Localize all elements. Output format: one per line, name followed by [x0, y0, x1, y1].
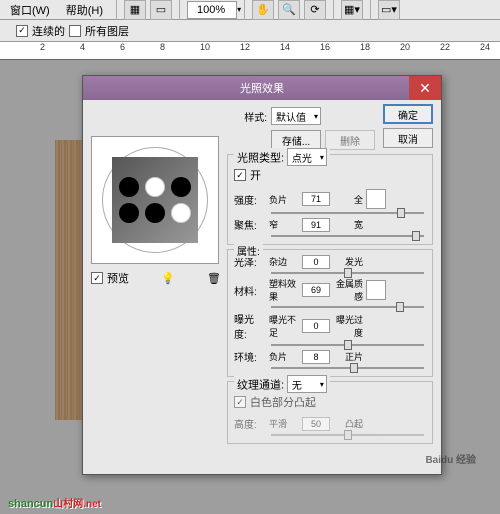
preview-dot [119, 203, 139, 223]
preview-dot [119, 177, 139, 197]
launch-bridge-icon[interactable]: ▦ [124, 0, 146, 20]
focus-value[interactable]: 91 [302, 218, 330, 232]
lighttype-fieldset: 光照类型: 点光 ✓开 强度: 负片 71 全 聚焦: 窄 91 宽 [227, 154, 433, 245]
light-on-label: 开 [250, 167, 261, 183]
preview-dot [145, 177, 165, 197]
intensity-value[interactable]: 71 [302, 192, 330, 206]
zoom-tool-icon[interactable]: 🔍 [278, 0, 300, 20]
preview-dot [145, 203, 165, 223]
dialog-titlebar[interactable]: 光照效果 ✕ [83, 76, 441, 100]
options-bar: ✓ 连续的 所有图层 [0, 20, 500, 42]
menu-bar: 窗口(W) 帮助(H) ▦ ▭ 100%▾ ✋ 🔍 ⟳ ▦▾ ▭▾ [0, 0, 500, 20]
preview-dot [171, 203, 191, 223]
focus-label: 聚焦: [234, 217, 266, 232]
light-color-swatch[interactable] [366, 189, 386, 209]
preview-dot [171, 177, 191, 197]
screen-mode-icon[interactable]: ▭▾ [378, 0, 400, 20]
preview-content [112, 157, 198, 243]
watermark-shancun: shancun山村网.net [8, 491, 101, 512]
canvas-area: 光照效果 ✕ 确定 取消 [0, 60, 500, 488]
continuous-label: 连续的 [32, 23, 65, 39]
white-high-checkbox: ✓ [234, 396, 246, 408]
light-on-checkbox[interactable]: ✓ [234, 169, 246, 181]
close-button[interactable]: ✕ [409, 76, 441, 100]
gloss-value[interactable]: 0 [302, 255, 330, 269]
menu-window[interactable]: 窗口(W) [4, 2, 56, 18]
height-slider [271, 434, 424, 436]
material-value[interactable]: 69 [302, 283, 330, 297]
intensity-slider[interactable] [271, 212, 424, 214]
lightbulb-icon[interactable]: 💡 [133, 272, 203, 285]
rotate-view-icon[interactable]: ⟳ [304, 0, 326, 20]
style-select[interactable]: 默认值 [271, 107, 321, 125]
lighttype-select[interactable]: 点光 [287, 148, 327, 166]
watermark-baidu: Baidu 经验 [425, 451, 476, 466]
lighttype-legend: 光照类型: 点光 [234, 148, 330, 166]
delete-style-button: 删除 [325, 130, 375, 150]
white-high-label: 白色部分凸起 [250, 394, 316, 410]
trash-icon[interactable]: 🗑 [207, 272, 221, 285]
ambient-color-swatch[interactable] [366, 280, 386, 300]
ok-button[interactable]: 确定 [383, 104, 433, 124]
gloss-slider[interactable] [271, 272, 424, 274]
properties-fieldset: 属性: 光泽: 杂边 0 发光 材料: 塑料效果 69 金属质感 [227, 249, 433, 377]
wood-texture-layer [55, 140, 82, 420]
history-icon[interactable]: ▭ [150, 0, 172, 20]
dialog-title: 光照效果 [240, 80, 284, 96]
alllayers-label: 所有图层 [85, 23, 129, 39]
style-label: 样式: [227, 109, 267, 124]
horizontal-ruler: 2 4 6 8 10 12 14 16 18 20 22 24 [0, 42, 500, 60]
zoom-level[interactable]: 100%▾ [187, 1, 237, 19]
texture-select[interactable]: 无 [287, 375, 327, 393]
preview-box[interactable] [91, 136, 219, 264]
preview-checkbox[interactable]: ✓ [91, 272, 103, 284]
intensity-label: 强度: [234, 192, 266, 207]
hand-tool-icon[interactable]: ✋ [252, 0, 274, 20]
preview-label: 预览 [107, 270, 129, 286]
ambience-value[interactable]: 8 [302, 350, 330, 364]
properties-legend: 属性: [234, 243, 263, 258]
texture-legend: 纹理通道: 无 [234, 375, 330, 393]
texture-fieldset: 纹理通道: 无 ✓白色部分凸起 高度: 平滑 50 凸起 [227, 381, 433, 444]
exposure-value[interactable]: 0 [302, 319, 330, 333]
height-value: 50 [302, 417, 330, 431]
focus-slider[interactable] [271, 235, 424, 237]
arrange-icon[interactable]: ▦▾ [341, 0, 363, 20]
exposure-slider[interactable] [271, 344, 424, 346]
lighting-effects-dialog: 光照效果 ✕ 确定 取消 [82, 75, 442, 475]
save-style-button[interactable]: 存储... [271, 130, 321, 150]
cancel-button[interactable]: 取消 [383, 128, 433, 148]
continuous-checkbox[interactable]: ✓ [16, 25, 28, 37]
alllayers-checkbox[interactable] [69, 25, 81, 37]
ambience-slider[interactable] [271, 367, 424, 369]
material-slider[interactable] [271, 306, 424, 308]
menu-help[interactable]: 帮助(H) [60, 2, 109, 18]
